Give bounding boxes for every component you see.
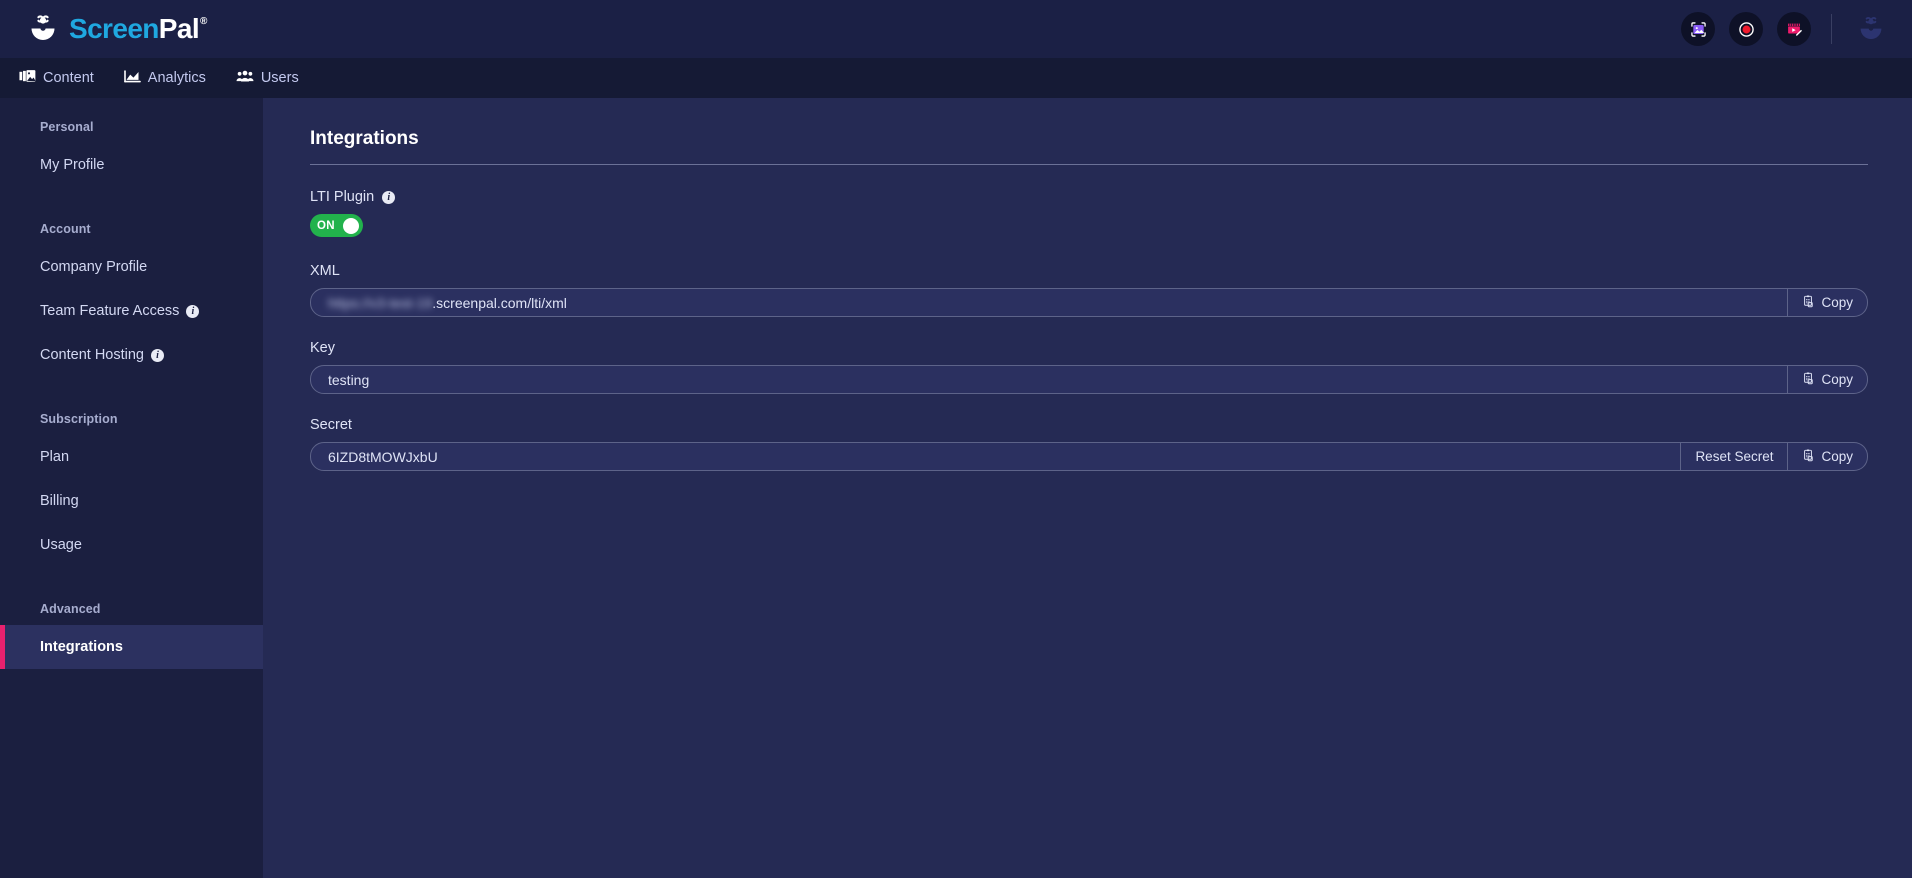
- top-header-actions: [1681, 10, 1890, 48]
- key-field-block: Key testing Copy: [310, 340, 1868, 394]
- key-label: Key: [310, 340, 335, 356]
- lti-plugin-label: LTI Plugin: [310, 189, 375, 205]
- content-images-icon: [19, 69, 36, 88]
- lti-plugin-label-row: LTI Plugin i: [310, 189, 1868, 205]
- xml-input[interactable]: https://v3-test-19 .screenpal.com/lti/xml: [310, 288, 1789, 317]
- secret-input-row: 6IZD8tMOWJxbU Reset Secret Copy: [310, 442, 1868, 471]
- sidebar-item-my-profile[interactable]: My Profile: [0, 143, 263, 187]
- sidebar-item-label: Content Hosting: [40, 347, 144, 363]
- sidebar-item-label: Team Feature Access: [40, 303, 180, 319]
- sidebar-item-label: My Profile: [40, 157, 105, 173]
- logo-screen-text: Screen: [69, 13, 159, 44]
- clipboard-icon: [1802, 371, 1815, 388]
- nav-item-content[interactable]: Content: [17, 65, 96, 92]
- sidebar-group-personal: Personal: [40, 120, 94, 134]
- xml-label: XML: [310, 263, 340, 279]
- sidebar-item-label: Billing: [40, 493, 79, 509]
- xml-input-row: https://v3-test-19 .screenpal.com/lti/xml…: [310, 288, 1868, 317]
- screenpal-mascot-icon: [26, 12, 60, 46]
- info-icon[interactable]: i: [382, 190, 396, 204]
- analytics-chart-icon: [124, 69, 141, 88]
- key-input[interactable]: testing: [310, 365, 1789, 394]
- xml-value-redacted: https://v3-test-19: [328, 294, 433, 311]
- secret-input[interactable]: 6IZD8tMOWJxbU: [310, 442, 1682, 471]
- xml-copy-button[interactable]: Copy: [1788, 288, 1868, 317]
- avatar[interactable]: [1852, 10, 1890, 48]
- main-navigation-bar: Content Analytics Users: [0, 58, 1912, 98]
- sidebar-item-billing[interactable]: Billing: [0, 479, 263, 523]
- users-group-icon: [236, 69, 254, 88]
- secret-copy-label: Copy: [1821, 449, 1853, 464]
- logo-registered-mark: ®: [200, 16, 207, 27]
- secret-value: 6IZD8tMOWJxbU: [328, 448, 438, 465]
- nav-item-users[interactable]: Users: [234, 65, 301, 92]
- sidebar-item-team-feature-access[interactable]: Team Feature Access i: [0, 289, 263, 333]
- reset-secret-label: Reset Secret: [1695, 449, 1774, 464]
- xml-copy-label: Copy: [1821, 295, 1853, 310]
- key-value: testing: [328, 371, 370, 388]
- sidebar-item-usage[interactable]: Usage: [0, 523, 263, 567]
- screenshot-button[interactable]: [1681, 12, 1715, 46]
- info-icon[interactable]: i: [186, 304, 200, 318]
- sidebar-group-subscription: Subscription: [40, 412, 118, 426]
- info-icon[interactable]: i: [150, 348, 164, 362]
- lti-plugin-toggle-state: ON: [317, 219, 335, 232]
- key-copy-label: Copy: [1821, 372, 1853, 387]
- nav-item-content-label: Content: [43, 70, 94, 86]
- video-editor-button[interactable]: [1777, 12, 1811, 46]
- page-body: Personal My Profile Account Company Prof…: [0, 98, 1912, 878]
- sidebar-group-account: Account: [40, 222, 91, 236]
- screenpal-wordmark: Screen Pal ®: [69, 13, 207, 45]
- reset-secret-button[interactable]: Reset Secret: [1681, 442, 1789, 471]
- integrations-panel: Integrations LTI Plugin i ON XML https:/…: [263, 98, 1912, 878]
- settings-sidebar: Personal My Profile Account Company Prof…: [0, 98, 263, 878]
- sidebar-item-label: Integrations: [40, 639, 123, 655]
- header-divider: [1831, 14, 1832, 44]
- logo-pal-text: Pal: [158, 13, 200, 44]
- sidebar-item-content-hosting[interactable]: Content Hosting i: [0, 333, 263, 377]
- clipboard-icon: [1802, 294, 1815, 311]
- nav-item-analytics[interactable]: Analytics: [122, 65, 208, 92]
- sidebar-item-label: Plan: [40, 449, 70, 465]
- sidebar-item-company-profile[interactable]: Company Profile: [0, 245, 263, 289]
- toggle-knob: [343, 217, 359, 234]
- lti-plugin-toggle[interactable]: ON: [310, 214, 363, 237]
- secret-field-block: Secret 6IZD8tMOWJxbU Reset Secret Copy: [310, 417, 1868, 471]
- sidebar-group-advanced: Advanced: [40, 602, 101, 616]
- sidebar-item-plan[interactable]: Plan: [0, 435, 263, 479]
- top-header-bar: Screen Pal ®: [0, 0, 1912, 58]
- nav-item-users-label: Users: [260, 70, 299, 86]
- title-divider: [310, 164, 1868, 165]
- sidebar-item-label: Company Profile: [40, 259, 148, 275]
- secret-label: Secret: [310, 417, 352, 433]
- clipboard-icon: [1802, 448, 1815, 465]
- xml-field-block: XML https://v3-test-19 .screenpal.com/lti…: [310, 263, 1868, 317]
- nav-item-analytics-label: Analytics: [147, 70, 206, 86]
- key-copy-button[interactable]: Copy: [1788, 365, 1868, 394]
- key-input-row: testing Copy: [310, 365, 1868, 394]
- record-button[interactable]: [1729, 12, 1763, 46]
- sidebar-item-label: Usage: [40, 537, 82, 553]
- screenpal-logo[interactable]: Screen Pal ®: [26, 12, 207, 46]
- xml-value: .screenpal.com/lti/xml: [432, 294, 567, 311]
- page-title: Integrations: [310, 128, 419, 149]
- sidebar-item-integrations[interactable]: Integrations: [0, 625, 263, 669]
- secret-copy-button[interactable]: Copy: [1788, 442, 1868, 471]
